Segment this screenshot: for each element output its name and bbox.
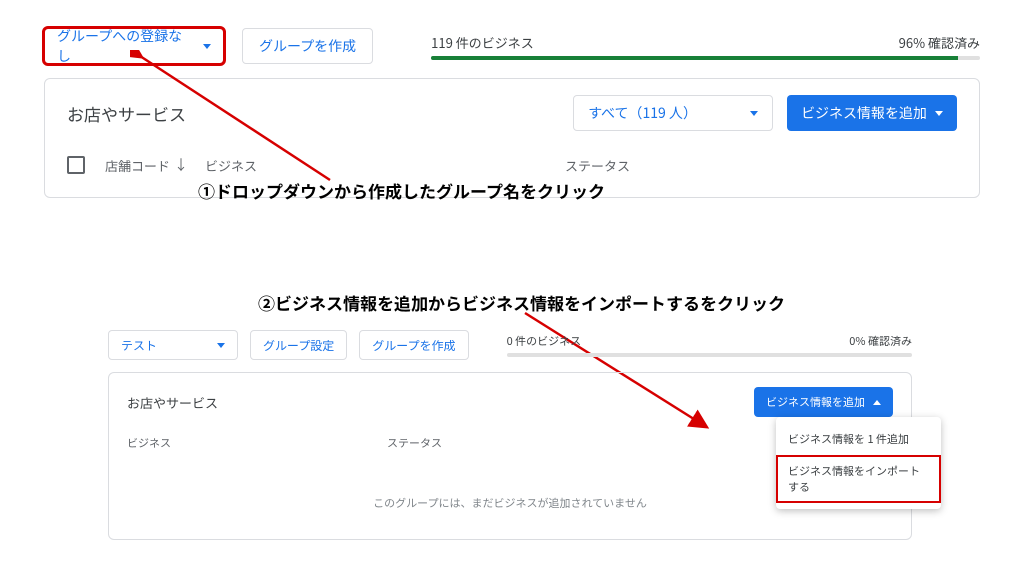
group-settings-button[interactable]: グループ設定 [250,330,347,360]
menu-add-one[interactable]: ビジネス情報を 1 件追加 [776,423,941,455]
mini-progress-bar [507,353,912,357]
annotation-arrow-1 [130,50,350,190]
progress-bar [431,56,980,60]
mini-group-dropdown[interactable]: テスト [108,330,238,360]
mini-create-group-label: グループを作成 [372,337,455,354]
add-business-menu: ビジネス情報を 1 件追加 ビジネス情報をインポートする [776,417,941,509]
filter-dropdown[interactable]: すべて（119 人） [573,95,773,131]
progress-section: 119 件のビジネス 96% 確認済み [431,33,980,60]
business-count: 119 件のビジネス [431,33,534,52]
mini-create-group-button[interactable]: グループを作成 [359,330,468,360]
add-business-button[interactable]: ビジネス情報を追加 [787,95,957,131]
chevron-up-icon [873,400,881,405]
add-business-label: ビジネス情報を追加 [801,103,927,123]
col-status[interactable]: ステータス [565,156,630,175]
mini-businesses-panel: お店やサービス ビジネス情報を追加 ビジネス情報を 1 件追加 ビジネス情報をイ… [108,372,912,540]
mini-group-label: テスト [121,337,157,354]
mini-toolbar: テスト グループ設定 グループを作成 0 件のビジネス 0% 確認済み [108,330,912,368]
mini-verified: 0% 確認済み [849,333,912,349]
mini-count: 0 件のビジネス [507,333,582,349]
mini-col-business[interactable]: ビジネス [127,435,387,451]
mini-panel-container: テスト グループ設定 グループを作成 0 件のビジネス 0% 確認済み お店やサ… [108,330,912,540]
mini-col-status[interactable]: ステータス [387,435,442,451]
group-settings-label: グループ設定 [263,337,334,354]
filter-label: すべて（119 人） [588,103,697,123]
chevron-down-icon [750,111,758,116]
menu-import[interactable]: ビジネス情報をインポートする [776,455,941,503]
chevron-down-icon [935,111,943,116]
verified-pct: 96% 確認済み [899,33,980,52]
mini-add-business-button[interactable]: ビジネス情報を追加 [754,387,893,417]
mini-progress: 0 件のビジネス 0% 確認済み [507,333,912,357]
chevron-down-icon [203,44,211,49]
annotation-text-1: ①ドロップダウンから作成したグループ名をクリック [198,178,605,203]
mini-add-business-label: ビジネス情報を追加 [766,394,865,410]
select-all-checkbox[interactable] [67,156,85,174]
chevron-down-icon [217,343,225,348]
mini-panel-title: お店やサービス [127,393,218,412]
